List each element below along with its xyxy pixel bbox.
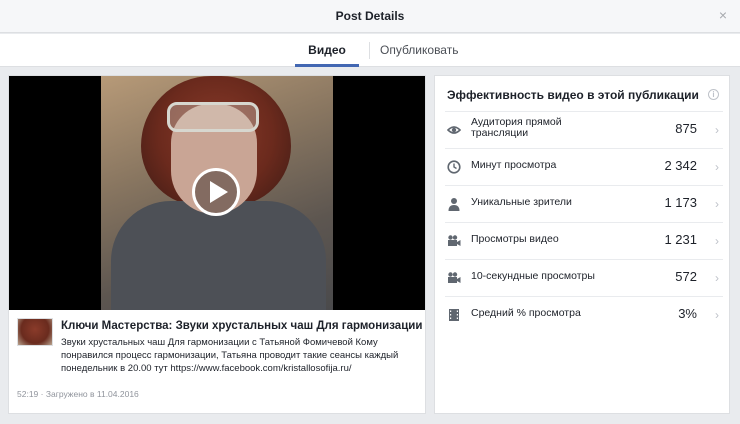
metric-value: 875 bbox=[675, 121, 697, 136]
person-icon bbox=[448, 198, 460, 211]
camera-icon bbox=[448, 272, 461, 283]
metric-average-percent-viewed[interactable]: Средний % просмотра 3% › bbox=[445, 296, 723, 333]
metric-label: 10-секундные просмотры bbox=[471, 270, 595, 282]
dialog-title: Post Details bbox=[335, 9, 405, 23]
tab-divider bbox=[369, 42, 370, 59]
upload-date: Загружено в 11.04.2016 bbox=[45, 389, 139, 399]
metric-video-views[interactable]: Просмотры видео 1 231 › bbox=[445, 222, 723, 259]
post-thumbnail[interactable] bbox=[17, 318, 53, 346]
play-icon bbox=[210, 181, 228, 203]
metric-label: Уникальные зрители bbox=[471, 196, 572, 208]
metric-label: Просмотры видео bbox=[471, 233, 559, 245]
close-icon[interactable]: × bbox=[716, 8, 730, 22]
chevron-right-icon: › bbox=[715, 197, 719, 211]
metric-10-second-views[interactable]: 10-секундные просмотры 572 › bbox=[445, 259, 723, 296]
dialog-header: Post Details × bbox=[0, 0, 740, 33]
metric-label: Минут просмотра bbox=[471, 159, 557, 171]
play-button[interactable] bbox=[192, 168, 240, 216]
chevron-right-icon: › bbox=[715, 160, 719, 174]
tab-publish[interactable]: Опубликовать bbox=[380, 34, 458, 67]
post-title[interactable]: Ключи Мастерства: Звуки хрустальных чаш … bbox=[61, 320, 422, 332]
chevron-right-icon: › bbox=[715, 123, 719, 137]
metric-minutes-viewed[interactable]: Минут просмотра 2 342 › bbox=[445, 148, 723, 185]
eye-icon bbox=[447, 126, 461, 134]
metric-live-audience[interactable]: Аудитория прямой трансляции 875 › bbox=[445, 111, 723, 148]
video-player[interactable] bbox=[9, 76, 425, 310]
video-scene-glasses bbox=[167, 102, 259, 132]
performance-card: Эффективность видео в этой публикации i … bbox=[434, 75, 730, 414]
chevron-right-icon: › bbox=[715, 271, 719, 285]
video-card: Ключи Мастерства: Звуки хрустальных чаш … bbox=[8, 75, 426, 414]
metric-label: Средний % просмотра bbox=[471, 307, 581, 319]
tab-bar: Видео Опубликовать bbox=[0, 34, 740, 67]
video-scene-body bbox=[111, 201, 326, 310]
metric-value: 2 342 bbox=[664, 158, 697, 173]
post-meta: 52:19 · Загружено в 11.04.2016 bbox=[17, 389, 139, 399]
tab-video[interactable]: Видео bbox=[295, 34, 359, 67]
post-description: Звуки хрустальных чаш Для гармонизации с… bbox=[61, 337, 399, 374]
metric-value: 1 231 bbox=[664, 232, 697, 247]
metric-unique-viewers[interactable]: Уникальные зрители 1 173 › bbox=[445, 185, 723, 222]
info-icon[interactable]: i bbox=[708, 89, 719, 100]
chevron-right-icon: › bbox=[715, 308, 719, 322]
clock-icon bbox=[447, 160, 461, 174]
metric-value: 3% bbox=[678, 306, 697, 321]
video-duration: 52:19 bbox=[17, 389, 39, 399]
camera-icon bbox=[448, 235, 461, 246]
metric-value: 572 bbox=[675, 269, 697, 284]
chevron-right-icon: › bbox=[715, 234, 719, 248]
metric-value: 1 173 bbox=[664, 195, 697, 210]
film-icon bbox=[449, 309, 459, 321]
metric-label: Аудитория прямой трансляции bbox=[471, 116, 562, 139]
performance-title: Эффективность видео в этой публикации bbox=[447, 88, 699, 102]
